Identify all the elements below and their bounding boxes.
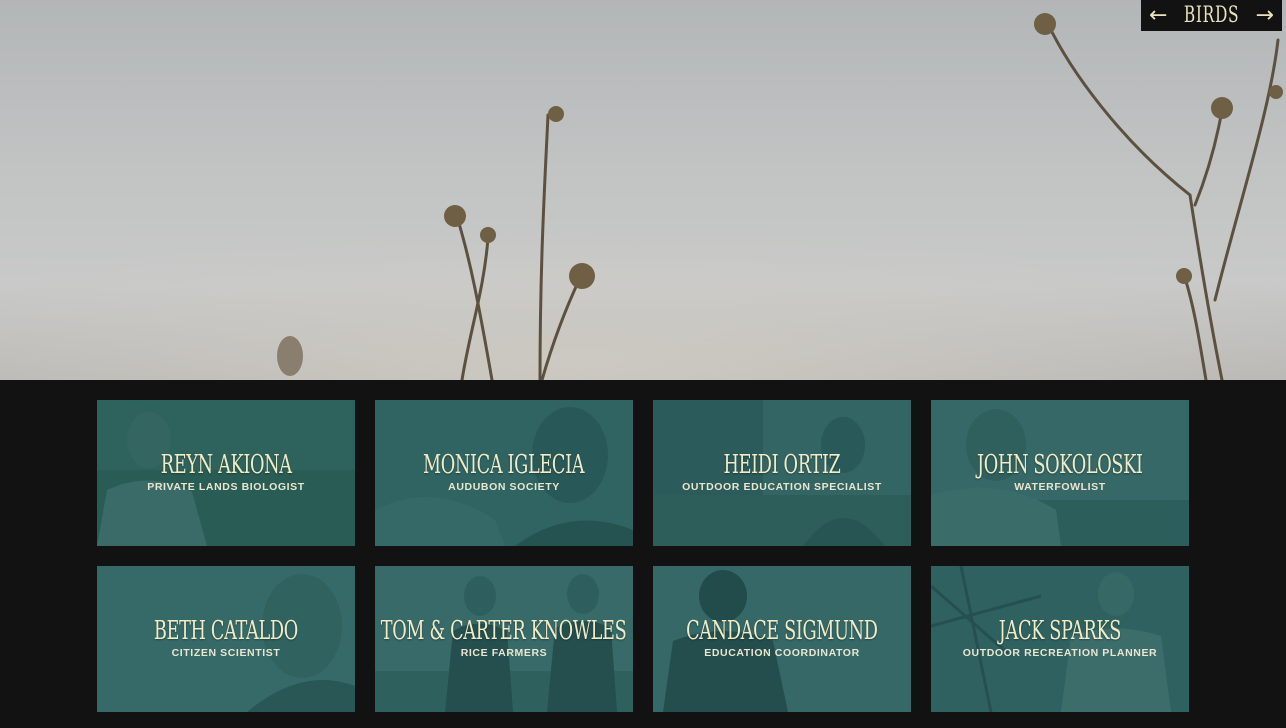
person-card-reyn-akiona[interactable]: REYN AKIONA PRIVATE LANDS BIOLOGIST [97, 400, 355, 546]
person-card-jack-sparks[interactable]: JACK SPARKS OUTDOOR RECREATION PLANNER [931, 566, 1189, 712]
person-role: PRIVATE LANDS BIOLOGIST [147, 481, 305, 493]
person-name: REYN AKIONA [160, 450, 292, 480]
person-card-monica-iglecia[interactable]: MONICA IGLECIA AUDUBON SOCIETY [375, 400, 633, 546]
person-name: HEIDI ORTIZ [723, 450, 841, 480]
person-card-tom-carter-knowles[interactable]: TOM & CARTER KNOWLES RICE FARMERS [375, 566, 633, 712]
people-grid: REYN AKIONA PRIVATE LANDS BIOLOGIST MONI… [97, 400, 1189, 712]
person-card-beth-cataldo[interactable]: BETH CATALDO CITIZEN SCIENTIST [97, 566, 355, 712]
person-name: CANDACE SIGMUND [686, 616, 878, 646]
person-role: RICE FARMERS [460, 647, 548, 659]
person-card-candace-sigmund[interactable]: CANDACE SIGMUND EDUCATION COORDINATOR [653, 566, 911, 712]
person-card-john-sokoloski[interactable]: JOHN SOKOLOSKI WATERFOWLIST [931, 400, 1189, 546]
arrow-right-icon[interactable]: → [1256, 4, 1274, 27]
dried-flower-stems-illustration [0, 13, 1286, 380]
section-nav: ← BIRDS → [1141, 0, 1282, 31]
person-name: MONICA IGLECIA [423, 450, 585, 480]
person-role: OUTDOOR EDUCATION SPECIALIST [682, 481, 882, 493]
person-role: AUDUBON SOCIETY [448, 481, 560, 493]
person-role: CITIZEN SCIENTIST [171, 647, 281, 659]
arrow-left-icon[interactable]: ← [1149, 4, 1167, 27]
section-label: BIRDS [1183, 2, 1240, 28]
person-role: WATERFOWLIST [1014, 481, 1106, 493]
person-name: BETH CATALDO [154, 616, 298, 646]
person-name: JACK SPARKS [998, 616, 1122, 646]
person-name: JOHN SOKOLOSKI [977, 450, 1143, 480]
hero-image: ← BIRDS → [0, 0, 1286, 380]
person-name: TOM & CARTER KNOWLES [381, 616, 627, 646]
person-role: OUTDOOR RECREATION PLANNER [962, 647, 1158, 659]
person-card-heidi-ortiz[interactable]: HEIDI ORTIZ OUTDOOR EDUCATION SPECIALIST [653, 400, 911, 546]
person-role: EDUCATION COORDINATOR [704, 647, 860, 659]
